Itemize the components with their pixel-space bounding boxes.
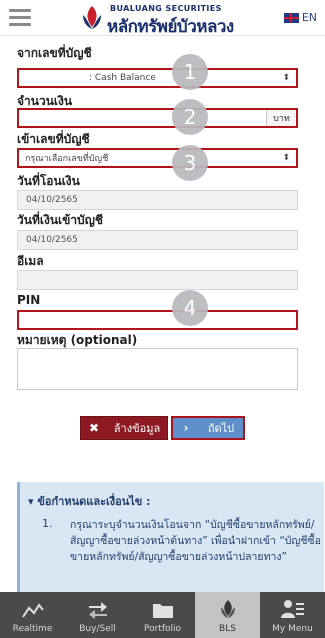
lotus-logo-icon [83, 6, 101, 29]
close-icon: ✖ [88, 421, 100, 435]
brand-small-text: BUALUANG SECURITIES [110, 4, 222, 13]
transfer-date-value: 04/10/2565 [26, 195, 78, 205]
step-badge-1: 1 [172, 54, 208, 90]
buy-sell-arrows-icon [88, 602, 107, 619]
chart-line-icon [21, 603, 44, 618]
chevron-right-icon: › [183, 421, 189, 435]
email-label: อีเมล [17, 254, 44, 268]
step-badge-2: 2 [172, 99, 208, 135]
transfer-date-label: วันที่โอนเงิน [17, 174, 80, 188]
credit-date-label: วันที่เงินเข้าบัญชี [17, 213, 104, 227]
clear-button[interactable]: ✖ ล้างข้อมูล [80, 416, 168, 440]
my-menu-icon [280, 600, 304, 618]
brand-big-text: หลักทรัพย์บัวหลวง [107, 17, 234, 37]
hamburger-menu-icon[interactable] [9, 9, 31, 27]
from-account-value: : Cash Balance [89, 73, 156, 83]
uk-flag-icon [283, 12, 299, 23]
tab-bls-label: BLS [219, 624, 236, 634]
step-badge-4: 4 [172, 290, 208, 326]
bls-logo-icon [220, 600, 235, 618]
bottom-tab-bar: Realtime Buy/Sell Portfolio BLS My Menu [0, 592, 325, 638]
terms-item-number: 1. [42, 517, 53, 530]
tab-realtime[interactable]: Realtime [0, 592, 65, 638]
select-arrows-icon: ⬍ [282, 153, 290, 163]
tab-portfolio[interactable]: Portfolio [130, 592, 195, 638]
clear-button-label: ล้างข้อมูล [113, 422, 161, 435]
select-arrows-icon: ⬍ [282, 73, 290, 83]
terms-panel: ▾ ข้อกำหนดและเงื่อนไข : 1. กรุณาระบุจำนว… [17, 482, 324, 592]
next-button-label: ถัดไป [207, 422, 235, 435]
credit-date-field: 04/10/2565 [17, 230, 298, 250]
tab-bls[interactable]: BLS [195, 592, 260, 638]
top-bar: BUALUANG SECURITIES หลักทรัพย์บัวหลวง EN [0, 0, 325, 37]
credit-date-value: 04/10/2565 [26, 235, 78, 245]
pin-label: PIN [17, 293, 41, 307]
pin-input[interactable] [17, 310, 298, 330]
from-account-label: จากเลขที่บัญชี [17, 46, 92, 60]
language-label: EN [301, 11, 317, 24]
folder-icon [152, 604, 173, 618]
from-account-select[interactable]: : Cash Balance ⬍ [17, 68, 298, 88]
to-account-placeholder: กรุณาเลือกเลขที่บัญชี [25, 154, 109, 164]
email-field [17, 270, 298, 290]
amount-unit: บาท [266, 110, 296, 126]
terms-heading[interactable]: ▾ ข้อกำหนดและเงื่อนไข : [28, 492, 151, 510]
caret-down-icon: ▾ [28, 495, 34, 508]
to-account-select[interactable]: กรุณาเลือกเลขที่บัญชี ⬍ [17, 148, 298, 168]
tab-realtime-label: Realtime [12, 624, 53, 634]
to-account-label: เข้าเลขที่บัญชี [17, 132, 90, 146]
note-textarea[interactable] [17, 348, 298, 390]
terms-heading-text: ข้อกำหนดและเงื่อนไข : [37, 495, 151, 508]
step-badge-3: 3 [172, 145, 208, 181]
tab-my-menu-label: My Menu [272, 624, 313, 634]
terms-item-text: กรุณาระบุจำนวนเงินโอนจาก “บัญชีซื้อขายหล… [70, 519, 321, 563]
next-button[interactable]: › ถัดไป [171, 416, 245, 440]
language-switch[interactable]: EN [283, 11, 317, 24]
tab-portfolio-label: Portfolio [143, 624, 182, 634]
tab-buy-sell-label: Buy/Sell [79, 624, 116, 634]
tab-buy-sell[interactable]: Buy/Sell [65, 592, 130, 638]
amount-input[interactable]: บาท [17, 108, 298, 128]
transfer-date-field: 04/10/2565 [17, 190, 298, 210]
tab-my-menu[interactable]: My Menu [260, 592, 325, 638]
